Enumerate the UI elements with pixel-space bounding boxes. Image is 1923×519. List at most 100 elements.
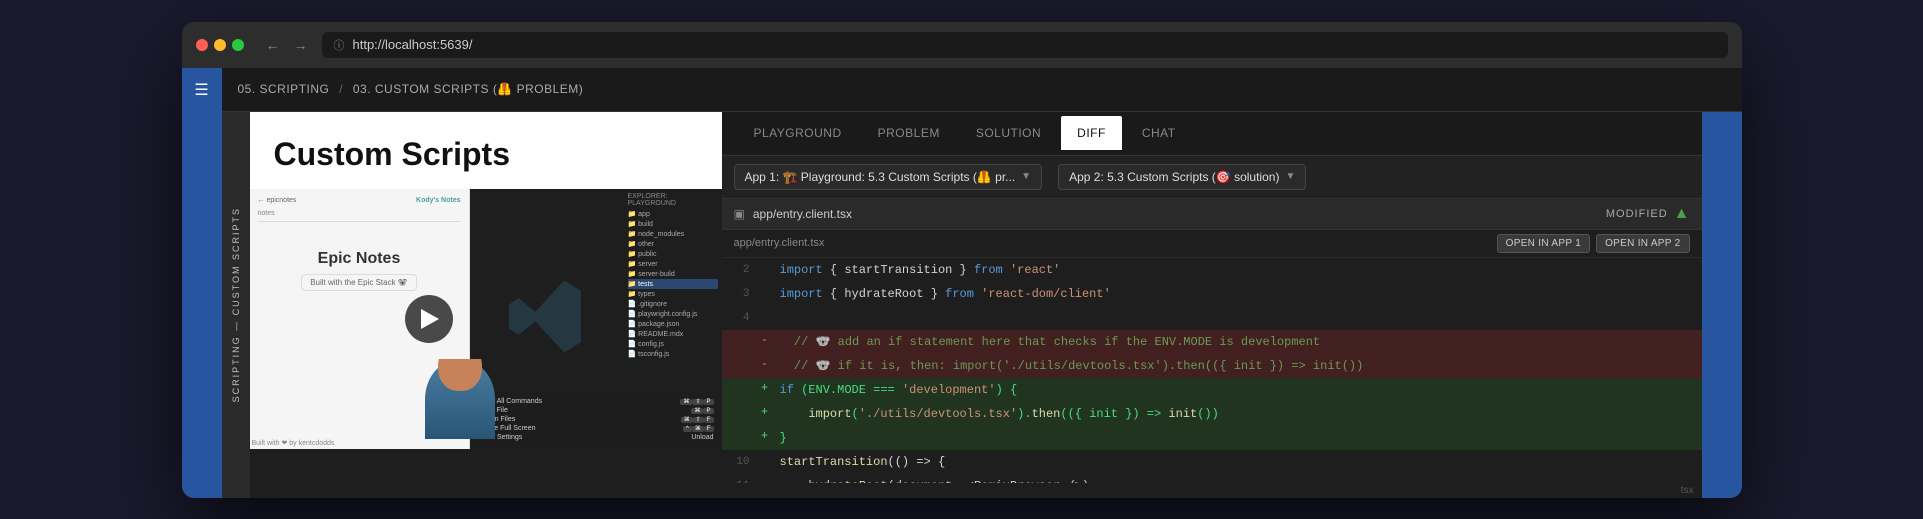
person-head xyxy=(438,359,482,391)
file-name-area: ▣ app/entry.client.tsx xyxy=(734,207,853,221)
file-public: 📁 public xyxy=(628,249,718,259)
line-num-add-3 xyxy=(722,426,758,450)
cmd-keys-1: ⌘⇧P xyxy=(680,398,713,405)
open-app1-button[interactable]: OPEN in APP 1 xyxy=(1497,234,1590,253)
maximize-button[interactable] xyxy=(232,39,244,51)
file-ext-badge: tsx xyxy=(722,483,1702,498)
line-num-rem-1 xyxy=(722,330,758,354)
line-prefix-add-1: + xyxy=(758,378,772,402)
line-num-rem-2 xyxy=(722,354,758,378)
line-prefix-rem-2: - xyxy=(758,354,772,378)
epic-stack-badge: Built with the Epic Stack 🐨 xyxy=(301,274,417,291)
info-icon: ⓘ xyxy=(334,37,345,53)
epic-notes-title: Epic Notes xyxy=(268,250,451,268)
line-content-rem-2: // 🐨 if it is, then: import('./utils/dev… xyxy=(772,354,1702,378)
url-text: http://localhost:5639/ xyxy=(353,37,473,52)
cmd-keys-4: ^⌘F xyxy=(683,425,714,432)
file-tsconfig: 📄 tsconfig.js xyxy=(628,349,718,359)
main-split: SCRIPTING — CUSTOM SCRIPTS Custom Script… xyxy=(222,112,1742,498)
cmd-row-1: Show All Commands ⌘⇧P xyxy=(478,398,714,405)
lesson-title: Custom Scripts xyxy=(250,112,722,189)
line-num-10: 10 xyxy=(722,450,758,474)
notes-nav: ← epicnotes xyxy=(258,197,297,204)
line-prefix-4 xyxy=(758,306,772,330)
file-status-area: MODIFIED ▲ xyxy=(1606,205,1690,223)
lesson-panel-wrapper: SCRIPTING — CUSTOM SCRIPTS Custom Script… xyxy=(222,112,722,498)
tab-diff[interactable]: DIFF xyxy=(1061,116,1122,150)
diff-filepath-bar: app/entry.client.tsx OPEN in APP 1 OPEN … xyxy=(722,230,1702,258)
line-num-2: 2 xyxy=(722,258,758,282)
file-tree: EXPLORER: PLAYGROUND 📁 app 📁 build 📁 nod… xyxy=(628,193,718,359)
vertical-label-area: SCRIPTING — CUSTOM SCRIPTS xyxy=(222,112,250,498)
cmd-keys-5: Unload xyxy=(691,434,713,441)
menu-icon[interactable]: ☰ xyxy=(194,80,208,100)
notes-link: Kody's Notes xyxy=(416,197,460,204)
diff-topbar: PLAYGROUND PROBLEM SOLUTION DIFF CHAT xyxy=(722,112,1702,156)
open-app2-button[interactable]: OPEN in APP 2 xyxy=(1596,234,1689,253)
cmd-row-2: Go to File ⌘P xyxy=(478,407,714,414)
diff-code-area[interactable]: 2 import { startTransition } from 'react… xyxy=(722,258,1702,498)
cmd-row-5: Show Settings Unload xyxy=(478,434,714,441)
line-prefix-rem-1: - xyxy=(758,330,772,354)
tab-solution[interactable]: SOLUTION xyxy=(960,116,1057,150)
file-name-1: app/entry.client.tsx xyxy=(753,207,852,221)
modified-arrow-1: ▲ xyxy=(1674,205,1690,223)
line-prefix-10 xyxy=(758,450,772,474)
traffic-lights xyxy=(196,39,244,51)
forward-button[interactable]: → xyxy=(290,35,312,55)
attribution: Built with ❤ by kentcdodds xyxy=(252,439,335,447)
code-line-add-1: + if (ENV.MODE === 'development') { xyxy=(722,378,1702,402)
diff-file-header-1: ▣ app/entry.client.tsx MODIFIED ▲ xyxy=(722,199,1702,230)
breadcrumb-separator: / xyxy=(339,82,347,96)
file-icon: ▣ xyxy=(734,207,745,221)
close-button[interactable] xyxy=(196,39,208,51)
notes-header: ← epicnotes Kody's Notes xyxy=(258,197,461,204)
line-content-add-1: if (ENV.MODE === 'development') { xyxy=(772,378,1702,402)
line-prefix-2 xyxy=(758,258,772,282)
file-readme: 📄 README.mdx xyxy=(628,329,718,339)
nav-buttons: ← → xyxy=(262,35,312,55)
cmd-keys-3: ⌘⇧F xyxy=(681,416,714,423)
line-num-3: 3 xyxy=(722,282,758,306)
code-line-rem-1: - // 🐨 add an if statement here that che… xyxy=(722,330,1702,354)
code-line-10: 10 startTransition(() => { xyxy=(722,450,1702,474)
vscode-logo xyxy=(505,276,585,361)
line-content-4 xyxy=(772,306,1702,330)
play-icon xyxy=(421,309,439,329)
address-bar[interactable]: ⓘ http://localhost:5639/ xyxy=(322,32,1728,58)
back-button[interactable]: ← xyxy=(262,35,284,55)
top-nav: 05. SCRIPTING / 03. CUSTOM SCRIPTS (🦺 PR… xyxy=(222,68,1742,112)
right-sidebar xyxy=(1702,112,1742,498)
line-num-add-1 xyxy=(722,378,758,402)
content-area: 05. SCRIPTING / 03. CUSTOM SCRIPTS (🦺 PR… xyxy=(222,68,1742,498)
code-line-2: 2 import { startTransition } from 'react… xyxy=(722,258,1702,282)
code-line-3: 3 import { hydrateRoot } from 'react-dom… xyxy=(722,282,1702,306)
line-prefix-add-3: + xyxy=(758,426,772,450)
minimize-button[interactable] xyxy=(214,39,226,51)
tab-chat[interactable]: CHAT xyxy=(1126,116,1192,150)
cmd-keys-2: ⌘P xyxy=(691,407,713,414)
open-buttons: OPEN in APP 1 OPEN in APP 2 xyxy=(1497,234,1690,253)
file-app: 📁 app xyxy=(628,209,718,219)
tab-problem[interactable]: PROBLEM xyxy=(862,116,956,150)
video-preview: ← epicnotes Kody's Notes notes Epic Note… xyxy=(250,189,722,449)
breadcrumb-part1: 05. SCRIPTING xyxy=(238,82,330,96)
app2-selector[interactable]: App 2: 5.3 Custom Scripts (🎯 solution) ▼ xyxy=(1058,164,1306,190)
lesson-panel: Custom Scripts ← epicnotes Kody's Notes xyxy=(250,112,722,449)
line-content-10: startTransition(() => { xyxy=(772,450,1702,474)
file-types: 📁 types xyxy=(628,289,718,299)
diff-panel: PLAYGROUND PROBLEM SOLUTION DIFF CHAT Ap… xyxy=(722,112,1702,498)
file-package: 📄 package.json xyxy=(628,319,718,329)
tab-playground[interactable]: PLAYGROUND xyxy=(738,116,858,150)
file-config: 📄 config.js xyxy=(628,339,718,349)
play-button[interactable] xyxy=(405,295,453,343)
line-content-2: import { startTransition } from 'react' xyxy=(772,258,1702,282)
app1-selector[interactable]: App 1: 🏗️ Playground: 5.3 Custom Scripts… xyxy=(734,164,1043,190)
app2-chevron-icon: ▼ xyxy=(1285,171,1295,182)
notes-sidebar: notes xyxy=(258,210,461,222)
file-other: 📁 other xyxy=(628,239,718,249)
modified-badge-1: MODIFIED xyxy=(1606,208,1668,220)
line-num-add-2 xyxy=(722,402,758,426)
file-build: 📁 build xyxy=(628,219,718,229)
explorer-label: EXPLORER: PLAYGROUND xyxy=(628,193,718,207)
